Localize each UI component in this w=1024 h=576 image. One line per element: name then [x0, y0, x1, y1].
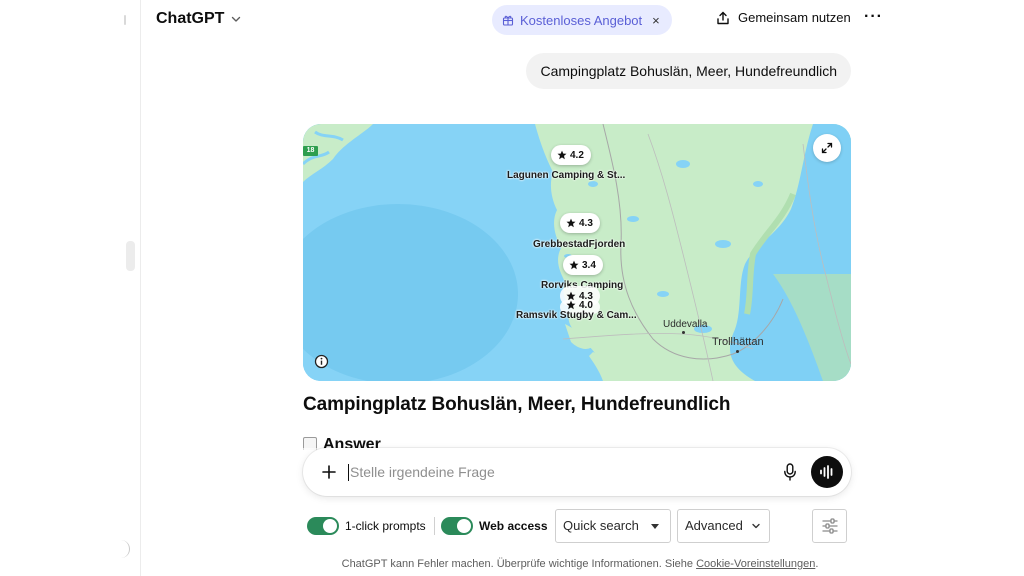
more-options-icon[interactable]: ··· [864, 8, 882, 30]
star-icon [557, 150, 567, 160]
map-pin[interactable]: 3.4 [563, 255, 603, 275]
share-icon [717, 11, 729, 24]
gift-icon [502, 15, 514, 26]
disclaimer-end: . [815, 558, 819, 570]
plus-icon[interactable] [319, 462, 339, 482]
composer[interactable] [303, 448, 851, 496]
place-label[interactable]: Lagunen Camping & St... [507, 170, 625, 181]
share-button[interactable]: Gemeinsam nutzen [716, 10, 851, 25]
footer-disclaimer: ChatGPT kann Fehler machen. Überprüfe wi… [0, 558, 1024, 570]
user-message-bubble: Campingplatz Bohuslän, Meer, Hundefreund… [526, 53, 851, 89]
sliders-icon [821, 518, 838, 534]
road-number-badge: 18 [303, 146, 318, 156]
place-label[interactable]: GrebbestadFjorden [533, 239, 625, 250]
model-switcher[interactable]: ChatGPT [156, 10, 242, 28]
dropdown-arrow-icon [651, 524, 659, 529]
sidebar-rail [0, 0, 141, 576]
rating-value: 4.3 [579, 217, 593, 229]
town-label: Trollhättan [712, 336, 764, 348]
star-icon [566, 300, 576, 310]
prompt-input[interactable] [350, 462, 770, 482]
extension-controls: 1-click prompts Web access Quick search … [303, 509, 851, 543]
town-marker [682, 331, 685, 334]
rating-value: 3.4 [582, 259, 596, 271]
map-pin[interactable]: 4.3 [560, 213, 600, 233]
text-caret [348, 464, 349, 481]
info-icon[interactable] [314, 354, 329, 369]
free-offer-pill[interactable]: Kostenloses Angebot × [492, 5, 672, 35]
web-access-toggle[interactable] [441, 517, 473, 535]
map-card[interactable]: 18 4.2 Lagunen Camping & St... 4.3 Grebb… [303, 124, 851, 381]
cookie-settings-link[interactable]: Cookie-Voreinstellungen [696, 558, 815, 570]
answer-title: Campingplatz Bohuslän, Meer, Hundefreund… [303, 394, 731, 415]
voice-mode-button[interactable] [811, 456, 843, 488]
chevron-down-icon [232, 16, 241, 22]
search-mode-value: Quick search [563, 518, 639, 533]
microphone-icon[interactable] [783, 463, 797, 481]
expand-icon [821, 142, 833, 154]
share-label: Gemeinsam nutzen [738, 10, 851, 25]
depth-mode-select[interactable]: Advanced [677, 509, 770, 543]
expand-map-button[interactable] [813, 134, 841, 162]
settings-button[interactable] [812, 509, 847, 543]
free-offer-label: Kostenloses Angebot [520, 12, 643, 28]
town-label: Uddevalla [663, 319, 708, 330]
place-label[interactable]: Ramsvik Stugby & Cam... [516, 310, 637, 321]
web-access-label: Web access [479, 519, 548, 533]
close-icon[interactable]: × [652, 13, 660, 28]
star-icon [566, 218, 576, 228]
rating-value: 4.2 [570, 149, 584, 161]
one-click-prompts-toggle[interactable] [307, 517, 339, 535]
star-icon [569, 260, 579, 270]
sidebar-tick [124, 15, 126, 25]
depth-mode-value: Advanced [685, 518, 743, 533]
sidebar-resize-handle[interactable] [126, 241, 135, 271]
waveform-icon [820, 465, 833, 479]
sidebar-collapse-arc[interactable] [116, 540, 130, 558]
town-marker [736, 350, 739, 353]
disclaimer-text: ChatGPT kann Fehler machen. Überprüfe wi… [341, 558, 693, 570]
map-pin[interactable]: 4.2 [551, 145, 591, 165]
divider [434, 517, 435, 535]
chevron-down-icon [752, 523, 760, 529]
search-mode-select[interactable]: Quick search [555, 509, 671, 543]
one-click-prompts-label: 1-click prompts [345, 519, 426, 533]
app-title: ChatGPT [156, 10, 225, 27]
